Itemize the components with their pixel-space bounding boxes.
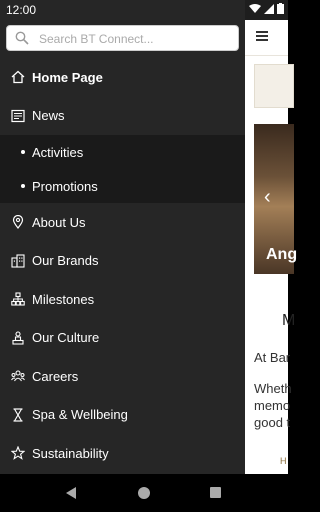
bullet-icon [21, 184, 25, 188]
news-icon [11, 109, 25, 122]
search-input[interactable] [39, 29, 234, 49]
hamburger-icon[interactable] [256, 31, 268, 41]
wifi-icon [249, 3, 261, 13]
buildings-icon [11, 253, 25, 268]
body-line: memo [254, 398, 291, 413]
menu-item-label: Home Page [32, 69, 103, 85]
submenu-item-label: Activities [32, 144, 84, 160]
submenu-item-promotions[interactable]: Promotions [0, 169, 245, 203]
brand-logo [254, 64, 294, 108]
menu-item-label: Spa & Wellbeing [32, 407, 128, 423]
battery-icon [277, 3, 284, 14]
navigation-drawer: 12:00 Home Page News Activ [0, 0, 245, 474]
location-pin-icon [12, 215, 24, 229]
hero-banner[interactable]: ‹ Ang [254, 124, 298, 274]
menu-item-label: Careers [32, 368, 79, 384]
org-chart-icon [11, 292, 25, 306]
star-icon [11, 446, 25, 460]
system-nav-bar [0, 474, 288, 512]
recent-apps-icon[interactable] [210, 487, 221, 498]
back-icon[interactable] [66, 487, 78, 499]
section-heading: M [282, 312, 296, 329]
chevron-left-icon[interactable]: ‹ [264, 186, 271, 209]
status-icons [249, 3, 284, 14]
menu-item-our-culture[interactable]: Our Culture [0, 319, 245, 358]
home-button-icon[interactable] [138, 487, 150, 499]
menu-item-label: Milestones [32, 291, 95, 307]
menu-item-sustainability[interactable]: Sustainability [0, 434, 245, 473]
menu-item-spa-wellbeing[interactable]: Spa & Wellbeing [0, 396, 245, 435]
home-icon [11, 70, 25, 84]
footnote-text: H [280, 456, 287, 466]
app-bar [244, 20, 288, 56]
search-box[interactable] [6, 25, 239, 51]
signal-icon [264, 3, 274, 14]
person-stand-icon [12, 330, 24, 345]
menu-item-label: News [32, 108, 65, 124]
menu-item-home-page[interactable]: Home Page [0, 58, 245, 97]
body-text: Wheth memo good t [254, 380, 292, 431]
body-line: Wheth [254, 381, 292, 396]
bullet-icon [21, 150, 25, 154]
drawer-menu: Home Page News Activities Promotions Abo… [0, 58, 245, 473]
menu-item-our-brands[interactable]: Our Brands [0, 242, 245, 281]
menu-item-news[interactable]: News [0, 97, 245, 136]
menu-item-label: Our Culture [32, 330, 100, 346]
menu-item-label: Sustainability [32, 445, 109, 461]
hourglass-icon [13, 407, 23, 422]
body-line: good t [254, 415, 291, 430]
status-time: 12:00 [6, 3, 37, 17]
search-icon [15, 31, 29, 45]
submenu-item-label: Promotions [32, 178, 98, 194]
team-icon [11, 370, 25, 382]
menu-item-milestones[interactable]: Milestones [0, 280, 245, 319]
banner-title: Ang [266, 246, 298, 263]
menu-item-label: About Us [32, 214, 86, 230]
submenu-item-activities[interactable]: Activities [0, 135, 245, 169]
menu-item-careers[interactable]: Careers [0, 357, 245, 396]
intro-text: At Bar [254, 350, 291, 365]
menu-item-about-us[interactable]: About Us [0, 203, 245, 242]
menu-item-label: Our Brands [32, 253, 99, 269]
